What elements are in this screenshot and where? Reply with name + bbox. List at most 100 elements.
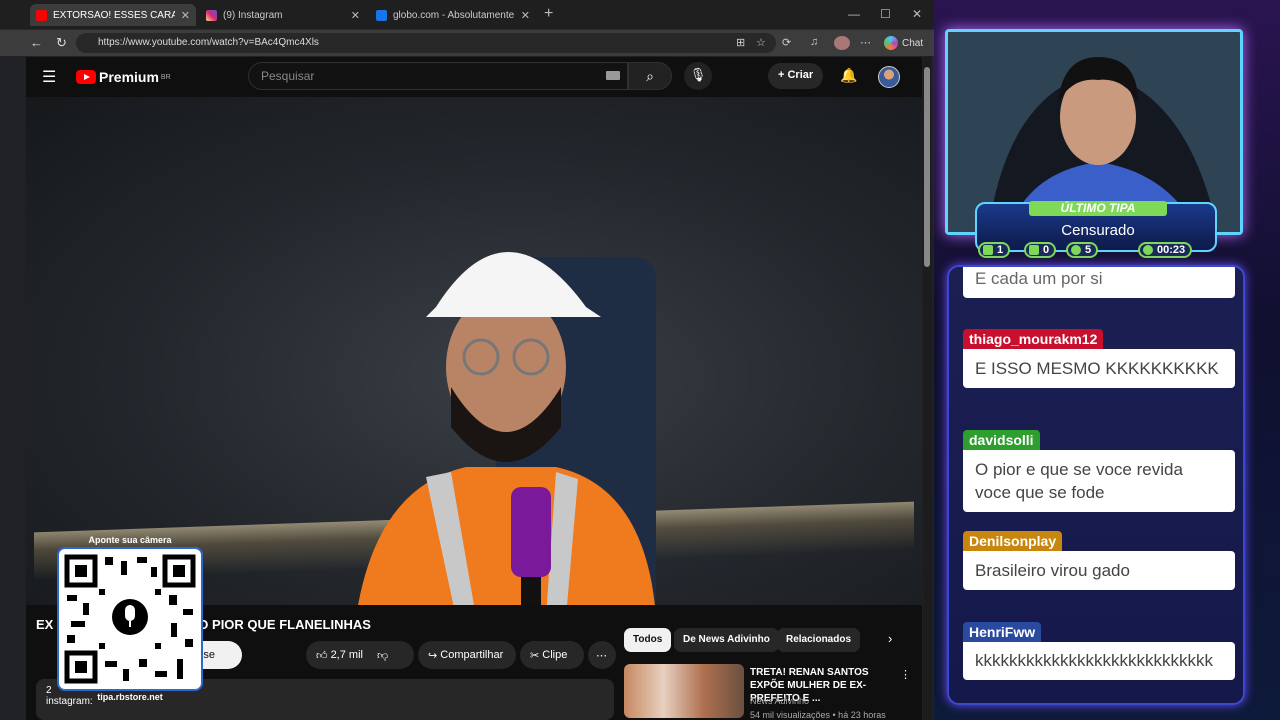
microphone-stand: [521, 577, 541, 605]
tab-instagram[interactable]: (9) Instagram ✕: [200, 4, 366, 26]
search-input[interactable]: Pesquisar: [248, 62, 628, 90]
video-player[interactable]: [26, 97, 922, 605]
last-tip-label: ÚLTIMO TIPA: [1029, 201, 1167, 216]
create-button[interactable]: + Criar: [768, 63, 824, 89]
chat-username: davidsolli: [963, 430, 1040, 450]
stat-value: 1: [997, 244, 1004, 256]
streamer-on-video: [358, 252, 656, 605]
whatsapp-icon: [1143, 245, 1153, 255]
chat-username: HenriFww: [963, 622, 1042, 642]
qr-code: [57, 547, 203, 691]
tab-globo[interactable]: globo.com - Absolutamente tudo ✕: [370, 4, 536, 26]
recommended-channel[interactable]: News Adivinho: [750, 696, 809, 706]
stat-refresh: 5: [1066, 242, 1099, 258]
chip-todos[interactable]: Todos: [624, 628, 672, 652]
refresh-icon: [1071, 245, 1081, 255]
tab-title: EXTORSÃO! ESSES CARAS TÃO PIOR: [53, 9, 175, 21]
mic-icon: 🎙: [689, 67, 707, 82]
chat-username: Denilsonplay: [963, 531, 1063, 551]
globo-icon: [376, 9, 387, 21]
more-icon: ⋯: [596, 649, 607, 662]
hamburger-menu-icon[interactable]: ☰: [42, 67, 56, 87]
like-dislike-button[interactable]: 👍︎ 2,7 mil 👎︎: [306, 641, 414, 669]
chat-message: thiago_mourakm12 E ISSO MESMO KKKKKKKKKK: [963, 329, 1235, 388]
close-icon[interactable]: ✕: [181, 9, 190, 22]
chat-message-text: E ISSO MESMO KKKKKKKKKK: [963, 349, 1235, 388]
youtube-premium-logo[interactable]: Premium BR: [76, 69, 171, 85]
voice-search-button[interactable]: 🎙: [684, 62, 712, 90]
new-tab-button[interactable]: +: [544, 5, 553, 23]
share-label: Compartilhar: [440, 649, 504, 661]
create-label: Criar: [787, 69, 814, 81]
video-thumbnail[interactable]: [624, 664, 744, 718]
share-icon: ↪: [428, 649, 441, 662]
chat-message-text: kkkkkkkkkkkkkkkkkkkkkkkkkkkk: [963, 642, 1235, 680]
clip-label: Clipe: [542, 649, 568, 661]
notifications-bell-icon[interactable]: 🔔: [840, 67, 857, 84]
minimize-button[interactable]: —: [848, 7, 860, 21]
chat-username: thiago_mourakm12: [963, 329, 1104, 349]
scrollbar-thumb[interactable]: [924, 67, 930, 267]
share-button[interactable]: ↪ Compartilhar: [418, 641, 516, 669]
more-menu-icon[interactable]: ⋯: [860, 36, 871, 49]
copilot-icon: [884, 36, 898, 50]
more-vert-icon[interactable]: ⋮: [900, 668, 911, 681]
chevron-right-icon[interactable]: ›: [888, 631, 892, 646]
chat-message: E cada um por si: [963, 267, 1235, 298]
chat-message-text: O pior e que se voce revida voce que se …: [963, 450, 1235, 512]
search-placeholder: Pesquisar: [261, 69, 315, 83]
close-window-button[interactable]: ✕: [912, 7, 922, 21]
close-icon[interactable]: ✕: [351, 9, 360, 22]
chat-label: Chat: [902, 37, 924, 49]
favorite-star-icon[interactable]: ☆: [756, 36, 766, 49]
profile-avatar[interactable]: [834, 36, 850, 50]
maximize-button[interactable]: ☐: [880, 7, 891, 21]
search-icon: ⌕: [646, 68, 654, 84]
chat-message: HenriFww kkkkkkkkkkkkkkkkkkkkkkkkkkkk: [963, 622, 1235, 680]
recommended-meta: 54 mil visualizações • há 23 horas: [750, 710, 886, 720]
qr-code-overlay: Aponte sua câmera tipa.rbstore.net: [47, 535, 213, 703]
search-button[interactable]: ⌕: [628, 62, 672, 90]
microphone: [511, 487, 551, 577]
stat-value: 0: [1043, 244, 1050, 256]
keyboard-icon[interactable]: [606, 71, 620, 80]
reload-icon[interactable]: ↻: [56, 35, 67, 51]
close-icon[interactable]: ✕: [521, 9, 530, 22]
youtube-header: ☰ Premium BR Pesquisar ⌕ 🎙 + Criar 🔔: [26, 57, 922, 97]
live-chat-panel: E cada um por si thiago_mourakm12 E ISSO…: [947, 265, 1245, 705]
copilot-chat-button[interactable]: Chat: [884, 34, 923, 52]
url-field[interactable]: https://www.youtube.com/watch?v=BAc4Qmc4…: [76, 33, 776, 53]
tab-title: (9) Instagram: [223, 9, 283, 21]
chip-channel[interactable]: De News Adivinho: [674, 628, 779, 652]
chip-related[interactable]: Relacionados: [777, 628, 861, 652]
media-icon[interactable]: ♫: [810, 36, 818, 48]
like-icon[interactable]: 👍︎: [316, 649, 328, 662]
chat-bubble-icon: [983, 245, 993, 255]
scissors-icon: ✂: [530, 649, 543, 662]
recommended-video[interactable]: TRETA! RENAN SANTOS EXPÕE MULHER DE EX-P…: [624, 664, 914, 720]
tab-youtube[interactable]: EXTORSÃO! ESSES CARAS TÃO PIOR ✕: [30, 4, 196, 26]
more-actions-button[interactable]: ⋯: [588, 641, 616, 669]
extension-icon[interactable]: ⟳: [782, 36, 791, 49]
qr-footer-url: tipa.rbstore.net: [97, 692, 163, 702]
tab-title: globo.com - Absolutamente tudo: [393, 9, 515, 21]
apps-icon[interactable]: ⊞: [736, 36, 745, 49]
stat-value: 5: [1085, 244, 1092, 256]
clip-button[interactable]: ✂ Clipe: [520, 641, 584, 669]
back-icon[interactable]: ←: [30, 35, 43, 50]
address-bar: ← ↻ https://www.youtube.com/watch?v=BAc4…: [0, 30, 934, 56]
chat-message: Denilsonplay Brasileiro virou gado: [963, 531, 1235, 590]
logo-text: Premium: [99, 69, 159, 85]
stat-timer: 00:23: [1138, 242, 1193, 258]
account-avatar[interactable]: [878, 66, 900, 88]
dislike-icon[interactable]: 👎︎: [377, 649, 388, 662]
last-tip-name: Censurado: [1061, 222, 1135, 239]
stat-video: 0: [1024, 242, 1057, 258]
stream-layout: EXTORSÃO! ESSES CARAS TÃO PIOR ✕ (9) Ins…: [0, 0, 1280, 720]
stat-value: 00:23: [1157, 244, 1186, 256]
youtube-icon: [36, 9, 47, 21]
chat-message: davidsolli O pior e que se voce revida v…: [963, 430, 1235, 512]
page-scrollbar[interactable]: [923, 57, 932, 720]
tab-bar: EXTORSÃO! ESSES CARAS TÃO PIOR ✕ (9) Ins…: [0, 0, 934, 30]
chat-message-text: E cada um por si: [963, 267, 1235, 298]
